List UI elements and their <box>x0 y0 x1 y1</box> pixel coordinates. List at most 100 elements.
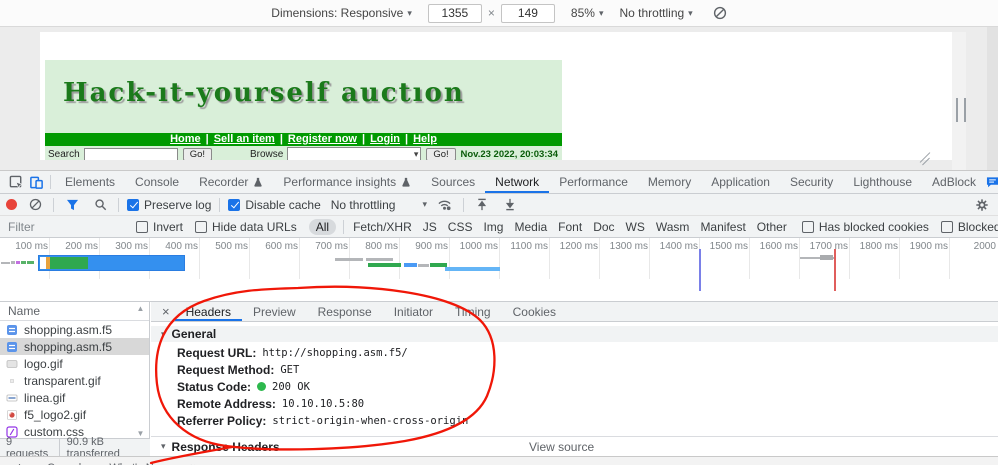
field-label: Request Method: <box>177 362 275 377</box>
export-har-icon[interactable] <box>500 196 520 214</box>
request-list-scrollbar[interactable]: ▲ ▼ <box>135 304 146 438</box>
preserve-log-checkbox[interactable]: Preserve log <box>127 198 211 212</box>
filter-type-all[interactable]: All <box>308 218 337 235</box>
nav-link-home[interactable]: Home <box>170 133 201 145</box>
field-label: Referrer Policy: <box>177 413 267 428</box>
tab-initiator[interactable]: Initiator <box>383 302 444 321</box>
nav-link-sell[interactable]: Sell an item <box>214 133 275 145</box>
image-icon <box>6 392 18 404</box>
tab-lighthouse[interactable]: Lighthouse <box>843 171 922 193</box>
tab-security[interactable]: Security <box>780 171 843 193</box>
hide-data-urls-label: Hide data URLs <box>212 219 297 234</box>
search-go-button[interactable]: Go! <box>182 147 212 160</box>
filter-type-js[interactable]: JS <box>423 220 437 234</box>
filter-type-img[interactable]: Img <box>483 220 503 234</box>
filter-type-css[interactable]: CSS <box>448 220 473 234</box>
request-list-header[interactable]: Name <box>0 302 149 321</box>
response-headers-section-header[interactable]: ▾ Response Headers View source <box>151 436 998 456</box>
tab-performance[interactable]: Performance <box>549 171 638 193</box>
disable-cache-checkbox[interactable]: Disable cache <box>228 198 321 212</box>
request-row-selected[interactable]: shopping.asm.f5 <box>0 338 149 355</box>
filter-type-other[interactable]: Other <box>757 220 787 234</box>
waterfall-bar <box>16 261 20 264</box>
divider <box>462 197 464 212</box>
browse-go-button[interactable]: Go! <box>426 147 456 160</box>
request-row[interactable]: transparent.gif <box>0 372 149 389</box>
network-overview-timeline[interactable]: 100 ms 200 ms 300 ms 400 ms 500 ms 600 m… <box>0 238 998 302</box>
devtools-tab-bar: Elements Console Recorder Performance in… <box>0 170 998 194</box>
browse-select[interactable]: ▾ <box>287 147 422 160</box>
nav-link-help[interactable]: Help <box>413 133 437 145</box>
blocked-requests-checkbox[interactable]: Blocked Requests <box>940 220 998 234</box>
filter-funnel-icon[interactable] <box>62 196 82 214</box>
nav-link-login[interactable]: Login <box>370 133 400 145</box>
viewport-resize-handle[interactable] <box>956 98 966 122</box>
tab-cookies[interactable]: Cookies <box>502 302 567 321</box>
general-section-header[interactable]: ▾ General <box>151 326 998 342</box>
tab-preview[interactable]: Preview <box>242 302 307 321</box>
has-blocked-cookies-checkbox[interactable]: Has blocked cookies <box>801 220 929 234</box>
filter-type-media[interactable]: Media <box>514 220 547 234</box>
tab-headers[interactable]: Headers <box>175 302 242 321</box>
record-button[interactable] <box>6 199 17 210</box>
request-row[interactable]: f5_logo2.gif <box>0 406 149 423</box>
device-toolbar-toggle-icon[interactable] <box>26 173 46 191</box>
hide-data-urls-checkbox[interactable]: Hide data URLs <box>195 220 297 234</box>
no-sign-icon[interactable] <box>713 6 727 20</box>
tab-label: Console <box>135 175 180 189</box>
tab-timing[interactable]: Timing <box>444 302 502 321</box>
request-row[interactable]: linea.gif <box>0 389 149 406</box>
zoom-selector[interactable]: 85% ▾ <box>571 6 604 20</box>
dimensions-mode: Responsive <box>340 6 404 20</box>
stage-right-strip <box>987 27 998 170</box>
tab-adblock[interactable]: AdBlock <box>922 171 986 193</box>
viewport-width-input[interactable] <box>427 3 482 23</box>
times-label: × <box>487 6 495 20</box>
filter-input[interactable] <box>8 219 126 234</box>
tab-label: Sources <box>431 175 476 189</box>
filter-type-manifest[interactable]: Manifest <box>700 220 745 234</box>
import-har-icon[interactable] <box>472 196 492 214</box>
tab-performance-insights[interactable]: Performance insights <box>273 171 421 193</box>
request-row[interactable]: shopping.asm.f5 <box>0 321 149 338</box>
throttling-selector[interactable]: No throttling ▾ <box>331 198 427 212</box>
document-icon <box>6 341 18 353</box>
search-icon[interactable] <box>90 196 110 214</box>
screenshot-root: Dimensions: Responsive ▾ × 85% ▾ No thro… <box>0 0 998 465</box>
viewport-corner-resize-handle[interactable] <box>918 152 932 167</box>
tab-response[interactable]: Response <box>307 302 383 321</box>
tab-sources[interactable]: Sources <box>421 171 485 193</box>
tab-elements[interactable]: Elements <box>55 171 125 193</box>
request-row[interactable]: logo.gif <box>0 355 149 372</box>
view-source-link[interactable]: View source <box>529 440 594 454</box>
tab-recorder[interactable]: Recorder <box>189 171 273 193</box>
tab-application[interactable]: Application <box>701 171 780 193</box>
close-details-icon[interactable]: × <box>157 304 175 319</box>
network-conditions-icon[interactable] <box>435 196 455 214</box>
console-messages-button[interactable]: 2 <box>986 175 998 189</box>
dimensions-selector[interactable]: Dimensions: Responsive ▾ <box>271 6 412 20</box>
viewport-height-input[interactable] <box>500 3 555 23</box>
inspect-element-icon[interactable] <box>6 173 26 191</box>
clear-icon[interactable] <box>25 196 45 214</box>
request-details-panel: × Headers Preview Response Initiator Tim… <box>151 302 998 456</box>
network-settings-gear-icon[interactable] <box>972 196 992 214</box>
filter-type-doc[interactable]: Doc <box>593 220 614 234</box>
filter-type-font[interactable]: Font <box>558 220 582 234</box>
invert-checkbox[interactable]: Invert <box>136 220 183 234</box>
tab-console[interactable]: Console <box>125 171 189 193</box>
tab-network[interactable]: Network <box>485 171 549 193</box>
divider <box>343 219 345 234</box>
nav-separator: | <box>279 133 283 145</box>
filter-type-ws[interactable]: WS <box>626 220 645 234</box>
kebab-menu-icon[interactable]: ⋮ <box>14 462 25 465</box>
tab-memory[interactable]: Memory <box>638 171 701 193</box>
nav-link-register[interactable]: Register now <box>288 133 357 145</box>
search-input[interactable] <box>83 147 178 160</box>
filter-type-wasm[interactable]: Wasm <box>656 220 690 234</box>
scroll-up-icon[interactable]: ▲ <box>137 304 145 313</box>
device-throttling-selector[interactable]: No throttling ▾ <box>619 6 692 20</box>
device-throttling-label: No throttling <box>619 6 685 20</box>
filter-type-fetch-xhr[interactable]: Fetch/XHR <box>353 220 412 234</box>
waterfall-bar <box>404 263 417 267</box>
